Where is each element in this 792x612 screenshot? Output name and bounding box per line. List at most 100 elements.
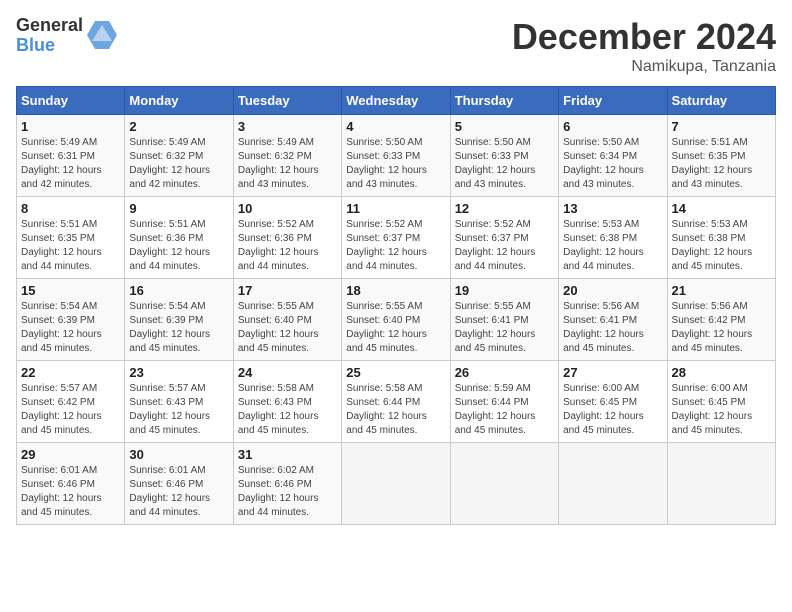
day-number: 17 bbox=[238, 283, 337, 298]
day-detail: Sunrise: 6:00 AM Sunset: 6:45 PM Dayligh… bbox=[672, 382, 771, 438]
calendar-cell: 5 Sunrise: 5:50 AM Sunset: 6:33 PM Daylig… bbox=[450, 115, 558, 197]
day-number: 1 bbox=[21, 119, 120, 134]
logo-blue: Blue bbox=[16, 36, 83, 56]
logo-general: General bbox=[16, 16, 83, 36]
calendar-cell: 10 Sunrise: 5:52 AM Sunset: 6:36 PM Dayli… bbox=[233, 197, 341, 279]
day-detail: Sunrise: 5:52 AM Sunset: 6:37 PM Dayligh… bbox=[346, 218, 445, 274]
day-detail: Sunrise: 5:50 AM Sunset: 6:34 PM Dayligh… bbox=[563, 136, 662, 192]
day-number: 26 bbox=[455, 365, 554, 380]
calendar-cell: 30Sunrise: 6:01 AM Sunset: 6:46 PM Dayli… bbox=[125, 443, 233, 525]
day-detail: Sunrise: 5:50 AM Sunset: 6:33 PM Dayligh… bbox=[346, 136, 445, 192]
day-number: 21 bbox=[672, 283, 771, 298]
calendar-cell: 31Sunrise: 6:02 AM Sunset: 6:46 PM Dayli… bbox=[233, 443, 341, 525]
calendar-cell: 3 Sunrise: 5:49 AM Sunset: 6:32 PM Daylig… bbox=[233, 115, 341, 197]
calendar-table: SundayMondayTuesdayWednesdayThursdayFrid… bbox=[16, 86, 776, 525]
weekday-header-sunday: Sunday bbox=[17, 87, 125, 115]
day-number: 24 bbox=[238, 365, 337, 380]
calendar-cell bbox=[667, 443, 775, 525]
day-number: 7 bbox=[672, 119, 771, 134]
day-number: 15 bbox=[21, 283, 120, 298]
day-detail: Sunrise: 5:58 AM Sunset: 6:44 PM Dayligh… bbox=[346, 382, 445, 438]
day-detail: Sunrise: 5:49 AM Sunset: 6:32 PM Dayligh… bbox=[129, 136, 228, 192]
calendar-cell: 26 Sunrise: 5:59 AM Sunset: 6:44 PM Dayli… bbox=[450, 361, 558, 443]
weekday-header-wednesday: Wednesday bbox=[342, 87, 450, 115]
day-number: 8 bbox=[21, 201, 120, 216]
day-detail: Sunrise: 5:49 AM Sunset: 6:31 PM Dayligh… bbox=[21, 136, 120, 192]
day-number: 23 bbox=[129, 365, 228, 380]
calendar-cell: 23 Sunrise: 5:57 AM Sunset: 6:43 PM Dayli… bbox=[125, 361, 233, 443]
day-detail: Sunrise: 5:52 AM Sunset: 6:36 PM Dayligh… bbox=[238, 218, 337, 274]
calendar-cell: 20Sunrise: 5:56 AM Sunset: 6:41 PM Dayli… bbox=[559, 279, 667, 361]
calendar-cell: 21 Sunrise: 5:56 AM Sunset: 6:42 PM Dayli… bbox=[667, 279, 775, 361]
calendar-cell: 24Sunrise: 5:58 AM Sunset: 6:43 PM Dayli… bbox=[233, 361, 341, 443]
day-number: 6 bbox=[563, 119, 662, 134]
day-detail: Sunrise: 5:51 AM Sunset: 6:36 PM Dayligh… bbox=[129, 218, 228, 274]
page-header: General Blue December 2024 Namikupa, Tan… bbox=[16, 16, 776, 76]
calendar-week-row: 15 Sunrise: 5:54 AM Sunset: 6:39 PM Dayli… bbox=[17, 279, 776, 361]
day-number: 20 bbox=[563, 283, 662, 298]
calendar-week-row: 22 Sunrise: 5:57 AM Sunset: 6:42 PM Dayli… bbox=[17, 361, 776, 443]
logo: General Blue bbox=[16, 16, 117, 56]
calendar-cell: 19 Sunrise: 5:55 AM Sunset: 6:41 PM Dayli… bbox=[450, 279, 558, 361]
day-number: 10 bbox=[238, 201, 337, 216]
day-number: 16 bbox=[129, 283, 228, 298]
day-detail: Sunrise: 5:55 AM Sunset: 6:40 PM Dayligh… bbox=[238, 300, 337, 356]
calendar-cell: 2 Sunrise: 5:49 AM Sunset: 6:32 PM Daylig… bbox=[125, 115, 233, 197]
day-number: 5 bbox=[455, 119, 554, 134]
calendar-cell: 22 Sunrise: 5:57 AM Sunset: 6:42 PM Dayli… bbox=[17, 361, 125, 443]
weekday-header-saturday: Saturday bbox=[667, 87, 775, 115]
day-number: 19 bbox=[455, 283, 554, 298]
day-number: 30 bbox=[129, 447, 228, 462]
day-detail: Sunrise: 5:57 AM Sunset: 6:42 PM Dayligh… bbox=[21, 382, 120, 438]
day-number: 25 bbox=[346, 365, 445, 380]
calendar-cell bbox=[450, 443, 558, 525]
calendar-cell: 25 Sunrise: 5:58 AM Sunset: 6:44 PM Dayli… bbox=[342, 361, 450, 443]
day-detail: Sunrise: 5:51 AM Sunset: 6:35 PM Dayligh… bbox=[672, 136, 771, 192]
calendar-cell: 27Sunrise: 6:00 AM Sunset: 6:45 PM Dayli… bbox=[559, 361, 667, 443]
calendar-cell: 4Sunrise: 5:50 AM Sunset: 6:33 PM Daylig… bbox=[342, 115, 450, 197]
day-detail: Sunrise: 5:55 AM Sunset: 6:41 PM Dayligh… bbox=[455, 300, 554, 356]
day-number: 13 bbox=[563, 201, 662, 216]
day-number: 11 bbox=[346, 201, 445, 216]
day-number: 22 bbox=[21, 365, 120, 380]
day-number: 3 bbox=[238, 119, 337, 134]
title-section: December 2024 Namikupa, Tanzania bbox=[512, 16, 776, 76]
calendar-week-row: 1 Sunrise: 5:49 AM Sunset: 6:31 PM Daylig… bbox=[17, 115, 776, 197]
day-number: 18 bbox=[346, 283, 445, 298]
calendar-cell: 15Sunrise: 5:54 AM Sunset: 6:39 PM Dayli… bbox=[17, 279, 125, 361]
weekday-header-friday: Friday bbox=[559, 87, 667, 115]
day-detail: Sunrise: 5:57 AM Sunset: 6:43 PM Dayligh… bbox=[129, 382, 228, 438]
day-number: 9 bbox=[129, 201, 228, 216]
calendar-cell: 29 Sunrise: 6:01 AM Sunset: 6:46 PM Dayli… bbox=[17, 443, 125, 525]
calendar-cell: 13 Sunrise: 5:53 AM Sunset: 6:38 PM Dayli… bbox=[559, 197, 667, 279]
day-detail: Sunrise: 6:01 AM Sunset: 6:46 PM Dayligh… bbox=[21, 464, 120, 520]
day-detail: Sunrise: 5:59 AM Sunset: 6:44 PM Dayligh… bbox=[455, 382, 554, 438]
calendar-cell: 12 Sunrise: 5:52 AM Sunset: 6:37 PM Dayli… bbox=[450, 197, 558, 279]
day-number: 14 bbox=[672, 201, 771, 216]
calendar-cell: 11 Sunrise: 5:52 AM Sunset: 6:37 PM Dayli… bbox=[342, 197, 450, 279]
day-number: 12 bbox=[455, 201, 554, 216]
day-detail: Sunrise: 6:02 AM Sunset: 6:46 PM Dayligh… bbox=[238, 464, 337, 520]
location-title: Namikupa, Tanzania bbox=[512, 58, 776, 76]
day-number: 29 bbox=[21, 447, 120, 462]
day-detail: Sunrise: 6:00 AM Sunset: 6:45 PM Dayligh… bbox=[563, 382, 662, 438]
day-number: 2 bbox=[129, 119, 228, 134]
calendar-cell: 1 Sunrise: 5:49 AM Sunset: 6:31 PM Daylig… bbox=[17, 115, 125, 197]
day-detail: Sunrise: 5:50 AM Sunset: 6:33 PM Dayligh… bbox=[455, 136, 554, 192]
calendar-cell bbox=[342, 443, 450, 525]
day-detail: Sunrise: 5:49 AM Sunset: 6:32 PM Dayligh… bbox=[238, 136, 337, 192]
day-detail: Sunrise: 5:55 AM Sunset: 6:40 PM Dayligh… bbox=[346, 300, 445, 356]
weekday-header-tuesday: Tuesday bbox=[233, 87, 341, 115]
calendar-cell: 9 Sunrise: 5:51 AM Sunset: 6:36 PM Daylig… bbox=[125, 197, 233, 279]
day-detail: Sunrise: 5:53 AM Sunset: 6:38 PM Dayligh… bbox=[563, 218, 662, 274]
logo-text: General Blue bbox=[16, 16, 83, 56]
day-detail: Sunrise: 5:52 AM Sunset: 6:37 PM Dayligh… bbox=[455, 218, 554, 274]
day-detail: Sunrise: 5:56 AM Sunset: 6:42 PM Dayligh… bbox=[672, 300, 771, 356]
day-detail: Sunrise: 5:54 AM Sunset: 6:39 PM Dayligh… bbox=[129, 300, 228, 356]
calendar-cell: 8 Sunrise: 5:51 AM Sunset: 6:35 PM Daylig… bbox=[17, 197, 125, 279]
calendar-cell: 18 Sunrise: 5:55 AM Sunset: 6:40 PM Dayli… bbox=[342, 279, 450, 361]
day-detail: Sunrise: 5:51 AM Sunset: 6:35 PM Dayligh… bbox=[21, 218, 120, 274]
calendar-cell: 17 Sunrise: 5:55 AM Sunset: 6:40 PM Dayli… bbox=[233, 279, 341, 361]
calendar-week-row: 29 Sunrise: 6:01 AM Sunset: 6:46 PM Dayli… bbox=[17, 443, 776, 525]
day-number: 28 bbox=[672, 365, 771, 380]
